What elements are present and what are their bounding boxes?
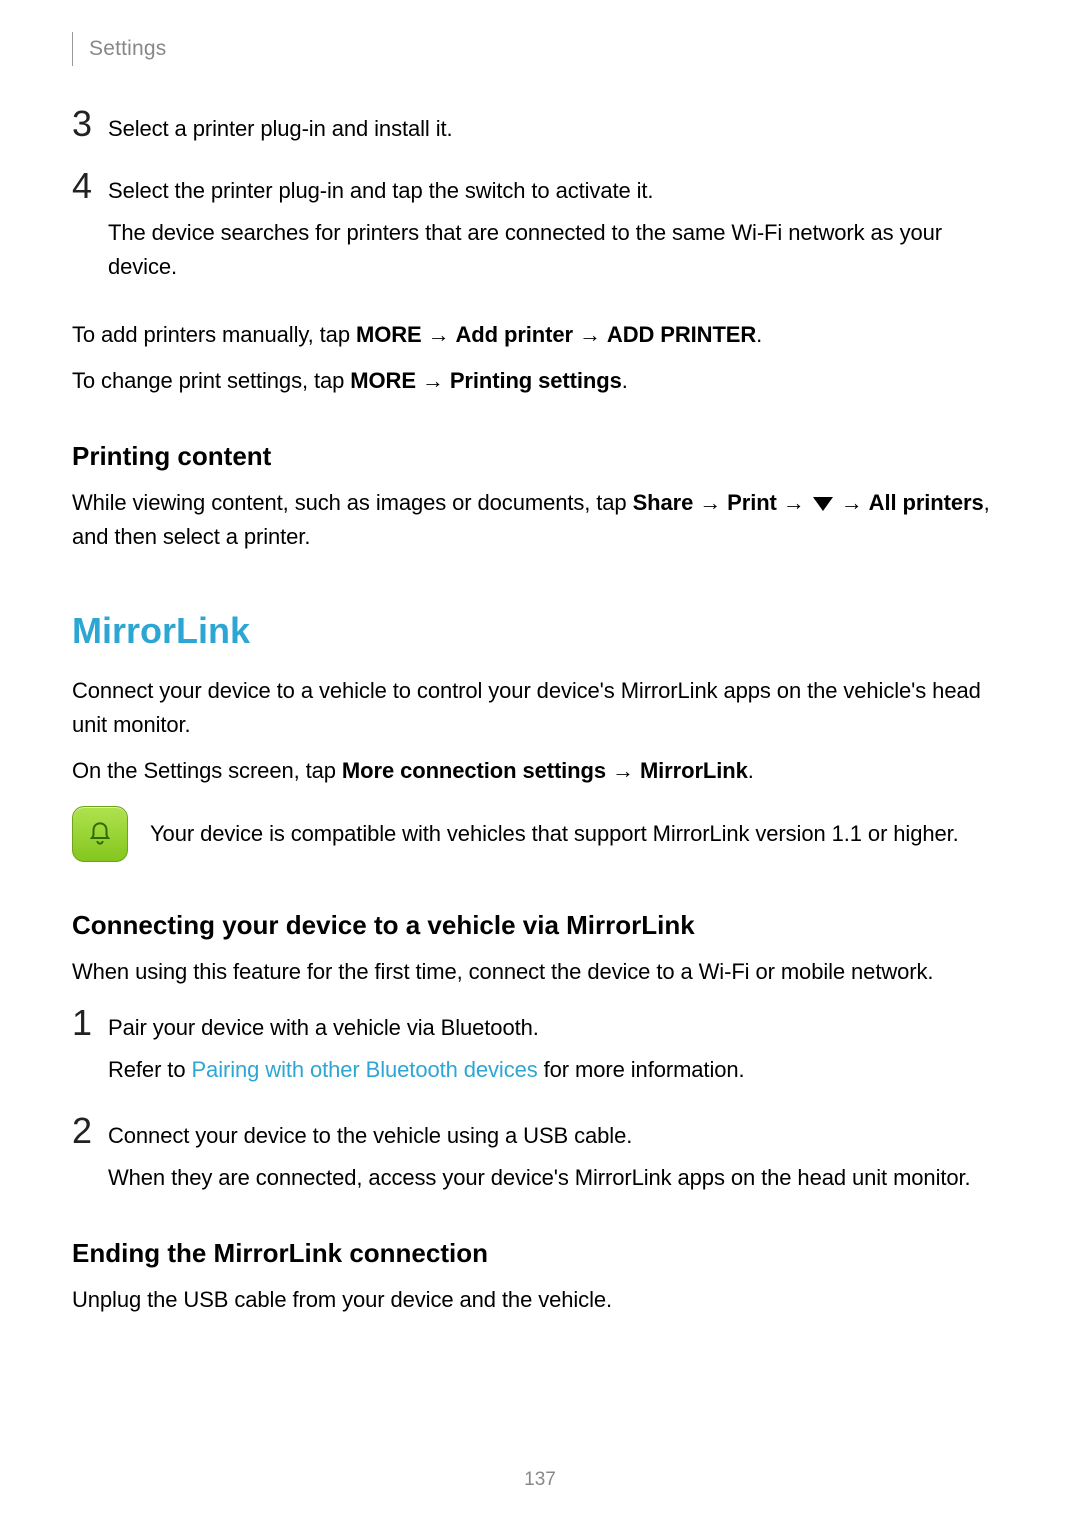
section-heading-mirrorlink: MirrorLink bbox=[72, 610, 1008, 652]
numbered-step: 3 Select a printer plug-in and install i… bbox=[72, 106, 1008, 154]
subheading-connecting: Connecting your device to a vehicle via … bbox=[72, 910, 1008, 941]
step-text: Pair your device with a vehicle via Blue… bbox=[108, 1011, 1008, 1045]
arrow: → bbox=[573, 322, 607, 347]
page-number: 137 bbox=[0, 1469, 1080, 1491]
step-text: Connect your device to the vehicle using… bbox=[108, 1119, 1008, 1153]
label-all-printers: All printers bbox=[869, 490, 984, 515]
step-number: 2 bbox=[72, 1113, 108, 1149]
step-text: Select the printer plug-in and tap the s… bbox=[108, 174, 1008, 208]
subheading-printing-content: Printing content bbox=[72, 441, 1008, 472]
page: Settings 3 Select a printer plug-in and … bbox=[0, 0, 1080, 1527]
label-add-printer: Add printer bbox=[456, 322, 573, 347]
label-share: Share bbox=[633, 490, 694, 515]
change-settings-line: To change print settings, tap MORE → Pri… bbox=[72, 364, 1008, 398]
note-text: Your device is compatible with vehicles … bbox=[150, 817, 959, 851]
arrow: → bbox=[693, 490, 727, 515]
text: . bbox=[748, 758, 754, 783]
step-body: Pair your device with a vehicle via Blue… bbox=[108, 1011, 1008, 1095]
arrow: → bbox=[835, 490, 869, 515]
step-text: Refer to Pairing with other Bluetooth de… bbox=[108, 1053, 1008, 1087]
mirrorlink-intro: Connect your device to a vehicle to cont… bbox=[72, 674, 1008, 742]
numbered-step: 1 Pair your device with a vehicle via Bl… bbox=[72, 1005, 1008, 1095]
ending-text: Unplug the USB cable from your device an… bbox=[72, 1283, 1008, 1317]
text: To add printers manually, tap bbox=[72, 322, 356, 347]
step-number: 3 bbox=[72, 106, 108, 142]
link-pairing-bluetooth[interactable]: Pairing with other Bluetooth devices bbox=[191, 1057, 537, 1082]
label-mirrorlink: MirrorLink bbox=[640, 758, 748, 783]
numbered-step: 4 Select the printer plug-in and tap the… bbox=[72, 168, 1008, 292]
step-text: When they are connected, access your dev… bbox=[108, 1161, 1008, 1195]
mirrorlink-nav: On the Settings screen, tap More connect… bbox=[72, 754, 1008, 788]
arrow: → bbox=[606, 758, 640, 783]
page-content: 3 Select a printer plug-in and install i… bbox=[72, 106, 1008, 1317]
step-body: Select the printer plug-in and tap the s… bbox=[108, 174, 1008, 292]
text: . bbox=[622, 368, 628, 393]
arrow: → bbox=[416, 368, 450, 393]
text: Refer to bbox=[108, 1057, 191, 1082]
text: . bbox=[756, 322, 762, 347]
header-title: Settings bbox=[89, 37, 166, 61]
label-more: MORE bbox=[356, 322, 422, 347]
printing-content-text: While viewing content, such as images or… bbox=[72, 486, 1008, 554]
text: for more information. bbox=[538, 1057, 745, 1082]
step-number: 1 bbox=[72, 1005, 108, 1041]
text: To change print settings, tap bbox=[72, 368, 350, 393]
label-printing-settings: Printing settings bbox=[450, 368, 622, 393]
note: Your device is compatible with vehicles … bbox=[72, 806, 1008, 862]
label-add-printer-caps: ADD PRINTER bbox=[607, 322, 756, 347]
arrow: → bbox=[777, 490, 811, 515]
step-text: The device searches for printers that ar… bbox=[108, 216, 1008, 284]
text: While viewing content, such as images or… bbox=[72, 490, 633, 515]
header-divider bbox=[72, 32, 73, 66]
add-printers-line: To add printers manually, tap MORE → Add… bbox=[72, 318, 1008, 352]
connect-intro: When using this feature for the first ti… bbox=[72, 955, 1008, 989]
arrow: → bbox=[422, 322, 456, 347]
dropdown-triangle-icon bbox=[813, 497, 833, 511]
page-header: Settings bbox=[72, 0, 1008, 66]
subheading-ending: Ending the MirrorLink connection bbox=[72, 1238, 1008, 1269]
step-text: Select a printer plug-in and install it. bbox=[108, 112, 1008, 146]
step-number: 4 bbox=[72, 168, 108, 204]
step-body: Connect your device to the vehicle using… bbox=[108, 1119, 1008, 1203]
label-more-connection-settings: More connection settings bbox=[342, 758, 606, 783]
note-bell-icon bbox=[72, 806, 128, 862]
label-print: Print bbox=[727, 490, 777, 515]
step-body: Select a printer plug-in and install it. bbox=[108, 112, 1008, 154]
numbered-step: 2 Connect your device to the vehicle usi… bbox=[72, 1113, 1008, 1203]
text: On the Settings screen, tap bbox=[72, 758, 342, 783]
bell-icon bbox=[85, 819, 115, 849]
label-more: MORE bbox=[350, 368, 416, 393]
